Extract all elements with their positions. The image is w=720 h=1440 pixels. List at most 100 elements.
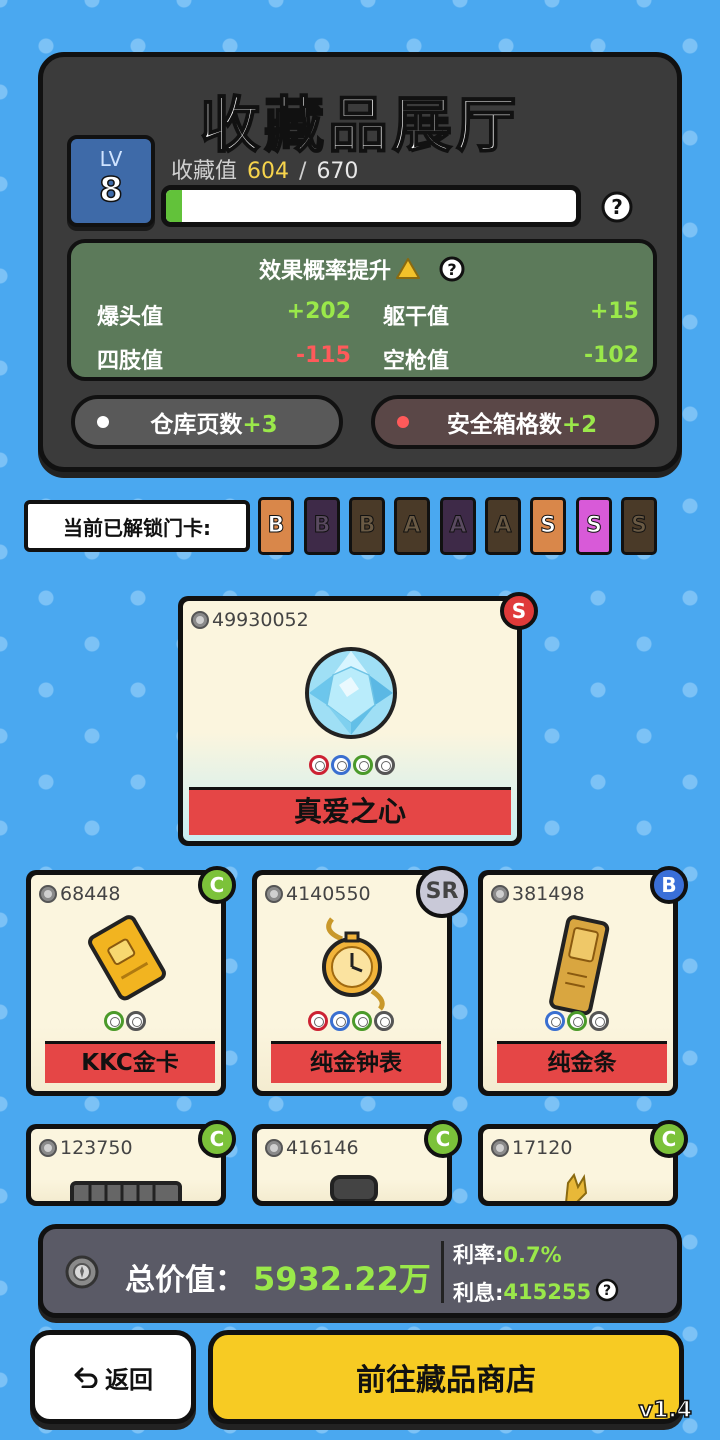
featured-rarity-badge: S xyxy=(500,592,538,630)
slot-icon xyxy=(589,1011,609,1031)
slot-icon xyxy=(104,1011,124,1031)
unlocked-gate-cards-label: 当前已解锁门卡: xyxy=(24,500,250,552)
slot-icon xyxy=(374,1011,394,1031)
item-price-value: 17120 xyxy=(512,1137,573,1159)
item-price: 68448 xyxy=(39,883,120,905)
item-card[interactable]: 68448 KKC金卡 xyxy=(26,870,226,1096)
item-price-value: 123750 xyxy=(60,1137,133,1159)
stat-torso-value: +15 xyxy=(589,299,639,324)
item-price-value: 4140550 xyxy=(286,883,371,905)
white-dot-icon xyxy=(97,416,109,428)
rarity-badge: B xyxy=(650,866,688,904)
slot-icon xyxy=(567,1011,587,1031)
gold-statue-icon xyxy=(548,1172,608,1201)
item-card[interactable]: 17120 xyxy=(478,1124,678,1206)
slot-icon xyxy=(375,755,395,775)
back-button[interactable]: 返回 xyxy=(30,1330,196,1424)
item-price-value: 416146 xyxy=(286,1137,359,1159)
interest-row: 利息: 415255 ? xyxy=(453,1277,619,1307)
go-to-shop-button[interactable]: 前往藏品商店 xyxy=(208,1330,684,1424)
version-label: v1.4 xyxy=(638,1397,693,1424)
slot-icon xyxy=(126,1011,146,1031)
warehouse-pages-pill: 仓库页数+3 xyxy=(71,395,343,449)
featured-price-value: 49930052 xyxy=(212,609,309,631)
item-slots xyxy=(545,1011,609,1031)
rarity-badge: C xyxy=(198,1120,236,1158)
rate-value: 0.7% xyxy=(503,1243,562,1267)
rate-label: 利率: xyxy=(453,1243,504,1267)
stat-limb-value: -115 xyxy=(295,343,351,368)
warning-triangle-icon xyxy=(395,257,421,287)
item-price: 123750 xyxy=(39,1137,133,1159)
slot-icon xyxy=(353,755,373,775)
rarity-badge: C xyxy=(650,1120,688,1158)
level-value: 8 xyxy=(98,170,123,210)
coin-icon xyxy=(491,885,509,903)
divider xyxy=(441,1241,444,1303)
slot-icon xyxy=(545,1011,565,1031)
featured-slots xyxy=(309,755,395,775)
gate-card-s: S xyxy=(530,497,566,555)
gate-card-s: S xyxy=(576,497,612,555)
svg-text:?: ? xyxy=(603,1283,611,1299)
featured-price: 49930052 xyxy=(191,609,309,631)
slot-icon xyxy=(330,1011,350,1031)
svg-text:?: ? xyxy=(447,260,456,279)
collection-value-row: 收藏值 604 / 670 xyxy=(171,153,358,185)
gate-card-b: B xyxy=(304,497,340,555)
coin-icon xyxy=(39,1139,57,1157)
stat-headshot-value: +202 xyxy=(286,299,351,324)
collection-separator: / xyxy=(299,159,307,184)
item-card[interactable]: 416146 xyxy=(252,1124,452,1206)
collection-hall-panel: 收藏品展厅 LV 8 收藏值 604/670 ? 效果概率提升? 爆头值 +202… xyxy=(38,52,682,472)
interest-value: 415255 xyxy=(503,1280,592,1304)
total-value-panel: 总价值： 5932.22万 利率:0.7% 利息: 415255 ? xyxy=(38,1224,682,1318)
item-card[interactable]: 381498 纯金条 xyxy=(478,870,678,1096)
level-label: LV xyxy=(99,147,123,171)
item-card[interactable]: 123750 xyxy=(26,1124,226,1206)
item-name: 纯金钟表 xyxy=(271,1041,441,1083)
gate-card-s: S xyxy=(621,497,657,555)
interest-label: 利息: xyxy=(453,1281,504,1305)
slot-icon xyxy=(352,1011,372,1031)
item-name: 纯金条 xyxy=(497,1041,667,1083)
help-icon[interactable]: ? xyxy=(601,191,633,223)
rarity-badge: C xyxy=(198,866,236,904)
item-price-value: 68448 xyxy=(60,883,121,905)
collection-progress-fill xyxy=(166,190,183,222)
item-price: 17120 xyxy=(491,1137,572,1159)
collection-current: 604 xyxy=(247,159,290,184)
warehouse-bonus: +3 xyxy=(242,412,278,438)
gpu-icon xyxy=(66,1173,186,1201)
effect-title-row: 效果概率提升? xyxy=(71,253,653,288)
item-slots xyxy=(104,1011,146,1031)
effect-probability-box: 效果概率提升? 爆头值 +202 躯干值 +15 四肢值 -115 空枪值 -1… xyxy=(67,239,657,381)
total-label: 总价值： xyxy=(125,1263,245,1298)
coin-icon xyxy=(39,885,57,903)
item-price-value: 381498 xyxy=(512,883,585,905)
collection-max: 670 xyxy=(316,159,359,184)
stat-limb-label: 四肢值 xyxy=(97,349,164,374)
featured-item-card[interactable]: 49930052 真爱之心 xyxy=(178,596,522,846)
rarity-badge: C xyxy=(424,1120,462,1158)
svg-text:?: ? xyxy=(611,195,623,219)
rate-row: 利率:0.7% xyxy=(453,1239,562,1269)
gate-card-a: A xyxy=(485,497,521,555)
gold-card-icon xyxy=(81,911,171,1005)
gate-card-a: A xyxy=(394,497,430,555)
item-slots xyxy=(308,1011,394,1031)
interest-help-icon[interactable]: ? xyxy=(595,1278,619,1307)
item-name: KKC金卡 xyxy=(45,1041,215,1083)
slot-icon xyxy=(309,755,329,775)
safebox-label: 安全箱格数 xyxy=(446,412,562,438)
rarity-badge: SR xyxy=(416,866,468,918)
effect-help-icon[interactable]: ? xyxy=(439,256,465,288)
gate-card-b: B xyxy=(258,497,294,555)
warehouse-label: 仓库页数 xyxy=(150,412,243,438)
gate-card-b: B xyxy=(349,497,385,555)
stat-miss-label: 空枪值 xyxy=(383,349,450,374)
collection-label: 收藏值 xyxy=(171,159,238,184)
total-value: 5932.22万 xyxy=(253,1260,431,1298)
gate-card-a: A xyxy=(440,497,476,555)
coin-icon xyxy=(265,885,283,903)
